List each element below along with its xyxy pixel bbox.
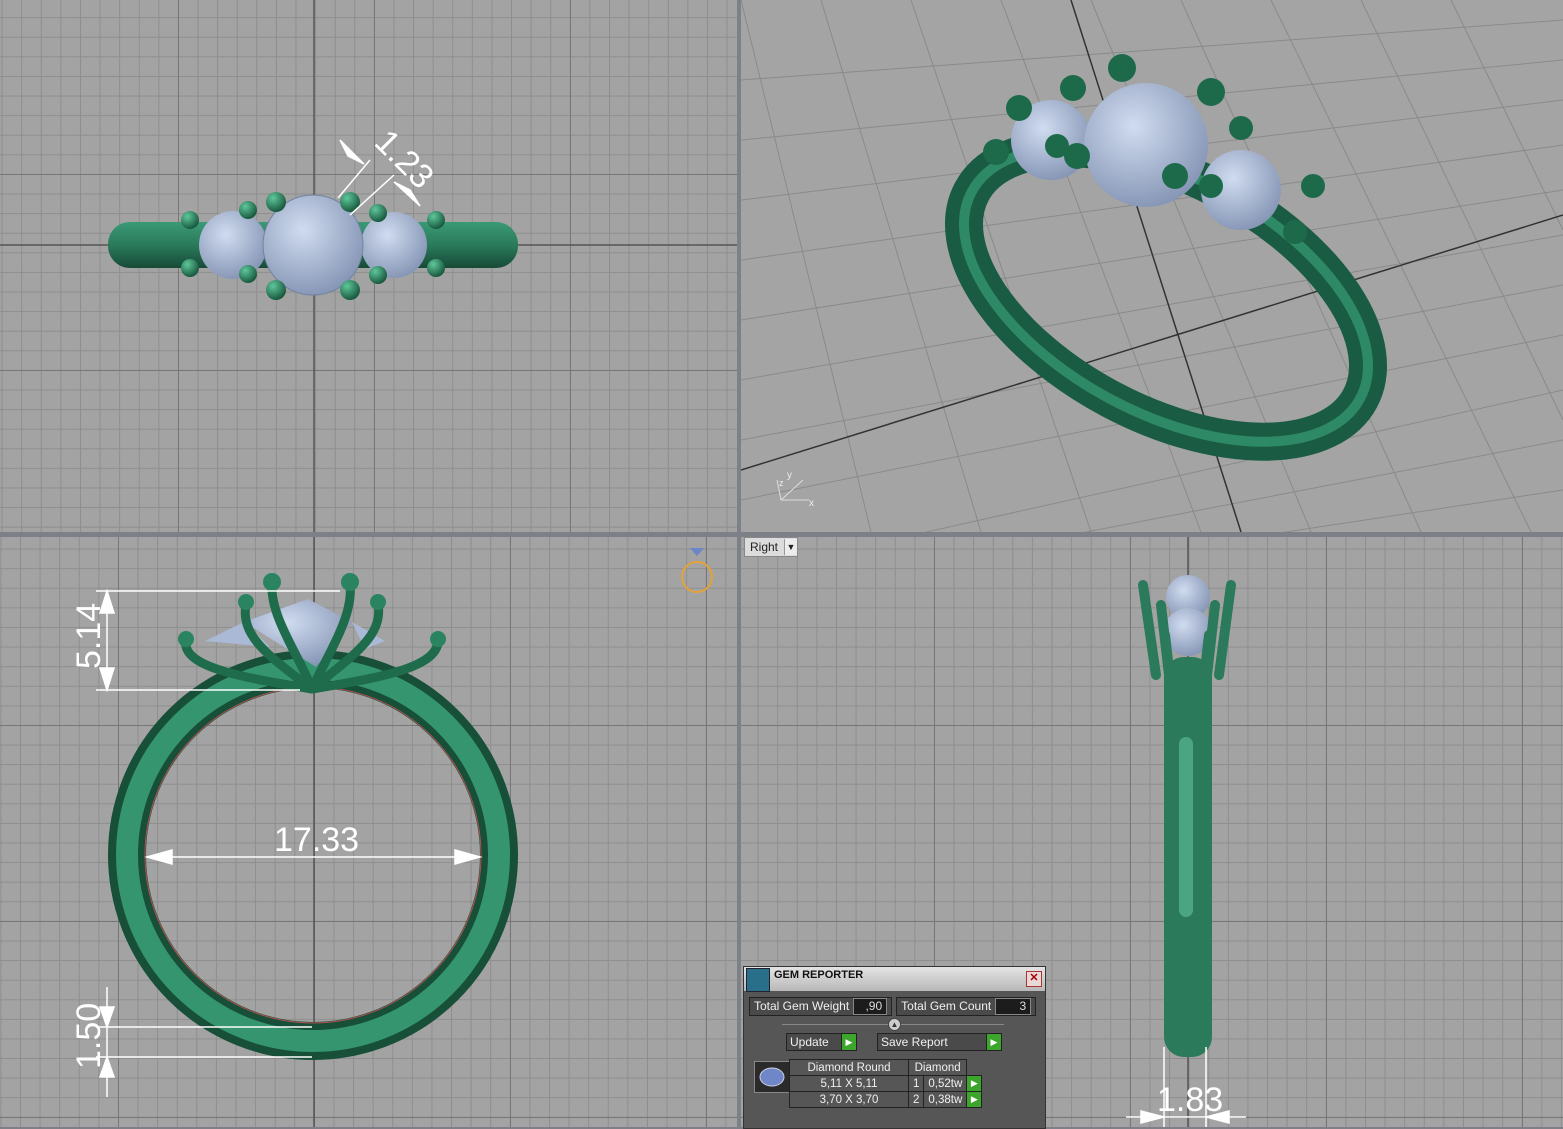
top-dimension: 1.23 — [367, 123, 441, 197]
table-row[interactable]: 3,70 X 3,70 2 0,38tw ▶ — [789, 1091, 983, 1108]
front-view-canvas: 5.14 17.33 1.50 — [70, 537, 713, 1127]
table-row[interactable]: 5,11 X 5,11 1 0,52tw ▶ — [789, 1075, 983, 1092]
svg-text:y: y — [787, 470, 792, 481]
center-gem-3d — [1084, 83, 1208, 207]
gizmo-icon[interactable] — [681, 548, 713, 593]
perspective-grid — [741, 0, 1563, 532]
gem-count: 1 — [907, 1075, 925, 1092]
save-report-button[interactable]: Save Report ▶ — [877, 1033, 1002, 1051]
viewport-top[interactable]: 1.23 — [0, 0, 737, 532]
chevron-down-icon[interactable]: ▼ — [784, 539, 798, 555]
top-view-canvas: 1.23 — [0, 0, 737, 532]
gem-reporter-title: GEM REPORTER — [774, 969, 864, 981]
total-count-value[interactable]: 3 — [995, 998, 1032, 1015]
gem-size: 3,70 X 3,70 — [789, 1091, 909, 1108]
update-button-label: Update — [790, 1035, 829, 1049]
table-header-type: Diamond Round — [789, 1059, 909, 1076]
gem-weight: 0,38tw — [923, 1091, 968, 1108]
side-gem-right — [361, 212, 427, 278]
view-selector-label: Right — [750, 540, 779, 554]
viewport-front[interactable]: 5.14 17.33 1.50 — [0, 537, 737, 1127]
save-report-button-label: Save Report — [881, 1035, 948, 1049]
perspective-view-canvas: y z x — [741, 0, 1563, 532]
svg-text:z: z — [779, 478, 784, 488]
update-button[interactable]: Update ▶ — [786, 1033, 857, 1051]
play-icon[interactable]: ▶ — [966, 1091, 983, 1108]
gem-table: Diamond Round Diamond 5,11 X 5,11 1 0,52… — [789, 1059, 983, 1108]
table-header-material: Diamond — [907, 1059, 968, 1076]
viewport-perspective[interactable]: y z x — [741, 0, 1563, 532]
svg-text:x: x — [809, 498, 814, 509]
gem-size: 5,11 X 5,11 — [789, 1075, 909, 1092]
close-icon[interactable]: ✕ — [1026, 971, 1042, 987]
dim-width: 1.83 — [1157, 1081, 1223, 1119]
total-weight-label: Total Gem Weight — [754, 999, 850, 1013]
gem-reporter-panel: GEM REPORTER ✕ Total Gem Weight ,90 Tota… — [743, 966, 1046, 1129]
gem-weight: 0,52tw — [923, 1075, 968, 1092]
play-icon[interactable]: ▶ — [966, 1075, 983, 1092]
view-selector[interactable]: Right ▼ — [744, 537, 799, 557]
dim-height: 5.14 — [70, 603, 108, 669]
play-icon: ▶ — [841, 1034, 856, 1050]
gem-reporter-icon — [746, 968, 770, 992]
gem-thumbnail — [754, 1061, 790, 1093]
play-icon: ▶ — [986, 1034, 1001, 1050]
total-weight-value[interactable]: ,90 — [853, 998, 888, 1015]
collapse-icon[interactable]: ▲ — [888, 1018, 901, 1031]
side-gem-left — [199, 211, 267, 279]
total-count-label: Total Gem Count — [901, 999, 992, 1013]
gem-reporter-titlebar[interactable]: GEM REPORTER ✕ — [744, 967, 1045, 992]
dim-inner-diameter: 17.33 — [274, 821, 359, 859]
gem-count: 2 — [907, 1091, 925, 1108]
dim-band-thickness: 1.50 — [70, 1003, 108, 1069]
